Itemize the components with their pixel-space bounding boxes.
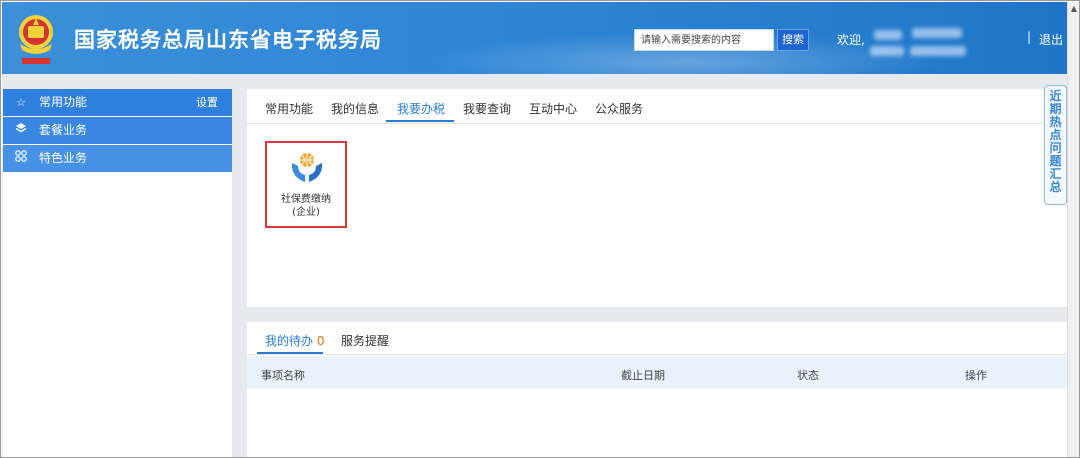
tab-interaction-center[interactable]: 互动中心 <box>529 100 577 117</box>
redacted-user-name <box>874 30 902 40</box>
column-header-item-name: 事项名称 <box>261 369 305 382</box>
grid-icon <box>13 145 29 172</box>
welcome-text: 欢迎, <box>837 33 865 47</box>
column-header-deadline: 截止日期 <box>621 369 665 382</box>
service-social-insurance-payment[interactable]: 社保费缴纳 (企业) <box>265 141 347 228</box>
hot-issues-label: 近期热点问题汇总 <box>1049 89 1062 194</box>
layers-icon <box>13 117 29 144</box>
tax-emblem-logo <box>19 15 53 64</box>
search-button[interactable]: 搜索 <box>777 29 809 51</box>
tab-my-todo[interactable]: 我的待办 0 <box>265 332 324 349</box>
service-sublabel: (企业) <box>292 207 320 218</box>
tab-my-info[interactable]: 我的信息 <box>331 100 379 117</box>
scroll-up-arrow-icon[interactable]: ▲ <box>1068 2 1079 16</box>
sidebar-item-featured-business[interactable]: 特色业务 <box>3 145 232 172</box>
search-input[interactable] <box>634 29 774 51</box>
tab-query[interactable]: 我要查询 <box>463 100 511 117</box>
hands-globe-icon <box>291 153 323 182</box>
active-tab-indicator <box>257 352 323 354</box>
column-header-status: 状态 <box>797 369 819 382</box>
redacted-user-name <box>912 28 962 38</box>
redacted-user-org <box>910 46 966 56</box>
app-frame: 国家税务总局山东省电子税务局 搜索 欢迎, | 退出 ☆ 常用功能 设置 套餐业… <box>0 0 1080 458</box>
page-scrollbar[interactable]: ▲ <box>1067 2 1079 457</box>
settings-link[interactable]: 设置 <box>196 89 218 116</box>
sidebar-item-package-business[interactable]: 套餐业务 <box>3 117 232 144</box>
todo-panel: 我的待办 0 服务提醒 事项名称 截止日期 状态 操作 <box>247 322 1067 457</box>
star-icon: ☆ <box>16 96 26 109</box>
redacted-user-org <box>870 46 904 56</box>
site-title: 国家税务总局山东省电子税务局 <box>74 28 382 52</box>
todo-tabs: 我的待办 0 服务提醒 <box>247 322 1067 355</box>
column-header-actions: 操作 <box>965 369 987 382</box>
sidebar-item-label: 套餐业务 <box>39 123 88 137</box>
main-tabs: 常用功能 我的信息 我要办税 我要查询 互动中心 公众服务 <box>247 89 1067 124</box>
todo-table-header: 事项名称 截止日期 状态 操作 <box>247 356 1067 389</box>
header-divider: | <box>1027 30 1032 44</box>
tab-tax-handling[interactable]: 我要办税 <box>397 100 445 117</box>
header-bar: 国家税务总局山东省电子税务局 搜索 欢迎, | 退出 <box>2 2 1067 74</box>
tab-public-service[interactable]: 公众服务 <box>595 100 643 117</box>
logout-link[interactable]: 退出 <box>1039 31 1063 48</box>
sidebar-item-label: 常用功能 <box>39 95 88 109</box>
todo-count-badge: 0 <box>316 334 325 348</box>
tab-common-functions[interactable]: 常用功能 <box>265 100 313 117</box>
hot-issues-float-tab[interactable]: 近期热点问题汇总 <box>1044 85 1067 205</box>
todo-tab-label: 我的待办 <box>265 334 314 348</box>
sidebar: ☆ 常用功能 设置 套餐业务 特色业务 <box>3 89 232 457</box>
sidebar-item-label: 特色业务 <box>39 151 88 165</box>
tab-service-reminder[interactable]: 服务提醒 <box>341 332 389 349</box>
main-panel: 常用功能 我的信息 我要办税 我要查询 互动中心 公众服务 社保费缴纳 (企业) <box>247 89 1067 307</box>
active-tab-indicator <box>386 120 454 122</box>
sidebar-item-common-functions[interactable]: ☆ 常用功能 设置 <box>3 89 232 116</box>
